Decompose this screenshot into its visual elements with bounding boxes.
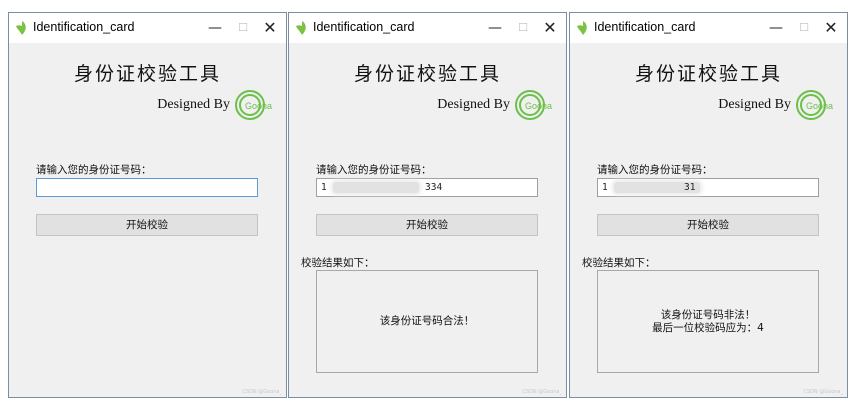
goona-logo: Goona xyxy=(796,90,833,120)
maximize-icon[interactable]: ☐ xyxy=(513,18,533,38)
leaf-icon xyxy=(577,21,587,35)
svg-text:Goona: Goona xyxy=(525,101,552,111)
result-line-1: 该身份证号码非法！ xyxy=(660,308,756,321)
start-check-button[interactable]: 开始校验 xyxy=(316,214,538,236)
window-title: Identification_card xyxy=(594,20,696,34)
svg-text:Goona: Goona xyxy=(245,101,272,111)
id-prompt-label: 请输入您的身份证号码： xyxy=(36,164,152,176)
id-number-suffix: 334 xyxy=(425,182,443,193)
start-check-button[interactable]: 开始校验 xyxy=(597,214,819,236)
close-icon[interactable]: ✕ xyxy=(260,18,280,38)
window-title: Identification_card xyxy=(313,20,415,34)
result-label: 校验结果如下： xyxy=(301,257,375,269)
designed-by-label: Designed By xyxy=(718,97,791,112)
app-heading: 身份证校验工具 xyxy=(353,63,501,85)
id-prompt-label: 请输入您的身份证号码： xyxy=(316,164,432,176)
maximize-icon[interactable]: ☐ xyxy=(233,18,253,38)
svg-text:Goona: Goona xyxy=(806,101,833,111)
minimize-icon[interactable]: — xyxy=(205,18,225,38)
maximize-icon[interactable]: ☐ xyxy=(794,18,814,38)
app-window-2: Identification_card — ☐ ✕ 身份证校验工具 Design… xyxy=(288,12,567,398)
close-icon[interactable]: ✕ xyxy=(540,18,560,38)
result-label: 校验结果如下： xyxy=(582,257,656,269)
app-window-3: Identification_card — ☐ ✕ 身份证校验工具 Design… xyxy=(569,12,848,398)
watermark: CSDN @Goona_ xyxy=(242,389,282,395)
id-number-prefix: 1 xyxy=(602,182,608,193)
id-number-input[interactable] xyxy=(36,178,258,197)
minimize-icon[interactable]: — xyxy=(485,18,505,38)
watermark: CSDN @Goona_ xyxy=(522,389,562,395)
title-bar[interactable]: Identification_card — ☐ ✕ xyxy=(9,13,286,43)
goona-logo: Goona xyxy=(235,90,272,120)
leaf-icon xyxy=(16,21,26,35)
designed-by-label: Designed By xyxy=(157,97,230,112)
id-number-prefix: 1 xyxy=(321,182,327,193)
minimize-icon[interactable]: — xyxy=(766,18,786,38)
result-box: 该身份证号码合法！ xyxy=(316,270,538,373)
goona-logo: Goona xyxy=(515,90,552,120)
window-title: Identification_card xyxy=(33,20,135,34)
title-bar[interactable]: Identification_card — ☐ ✕ xyxy=(289,13,566,43)
redacted-region xyxy=(333,182,419,193)
app-heading: 身份证校验工具 xyxy=(73,63,221,85)
start-check-button[interactable]: 开始校验 xyxy=(36,214,258,236)
id-number-input[interactable]: 1 334 xyxy=(316,178,538,197)
result-line-2: 最后一位校验码应为：4 xyxy=(652,321,764,334)
close-icon[interactable]: ✕ xyxy=(821,18,841,38)
designed-by-label: Designed By xyxy=(437,97,510,112)
title-bar[interactable]: Identification_card — ☐ ✕ xyxy=(570,13,847,43)
id-prompt-label: 请输入您的身份证号码： xyxy=(597,164,713,176)
app-window-1: Identification_card — ☐ ✕ 身份证校验工具 Design… xyxy=(8,12,287,398)
watermark: CSDN @Goona_ xyxy=(803,389,843,395)
app-heading: 身份证校验工具 xyxy=(634,63,782,85)
result-line-1: 该身份证号码合法！ xyxy=(379,315,475,327)
leaf-icon xyxy=(296,21,306,35)
id-number-input[interactable]: 1 31 xyxy=(597,178,819,197)
id-number-suffix: 31 xyxy=(684,182,696,193)
result-box: 该身份证号码非法！ 最后一位校验码应为：4 xyxy=(597,270,819,373)
